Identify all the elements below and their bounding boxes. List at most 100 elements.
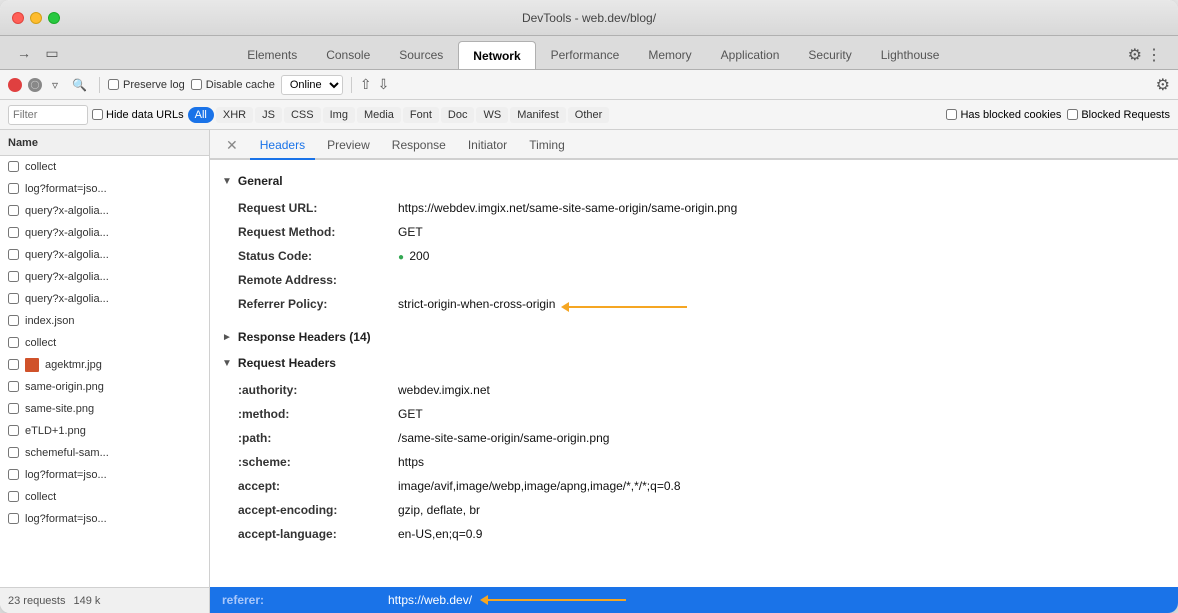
search-icon[interactable]: 🔍 xyxy=(68,76,91,94)
list-item[interactable]: query?x-algolia... xyxy=(0,266,209,288)
file-checkbox[interactable] xyxy=(8,469,19,480)
response-headers-section-header[interactable]: ► Response Headers (14) xyxy=(222,324,1166,350)
filter-font[interactable]: Font xyxy=(403,107,439,123)
tab-initiator[interactable]: Initiator xyxy=(458,132,517,160)
filter-media[interactable]: Media xyxy=(357,107,401,123)
file-checkbox[interactable] xyxy=(8,403,19,414)
filter-manifest[interactable]: Manifest xyxy=(510,107,566,123)
file-checkbox[interactable] xyxy=(8,315,19,326)
settings-area: ⚙ ⋮ xyxy=(1120,41,1170,69)
filter-doc[interactable]: Doc xyxy=(441,107,475,123)
list-item[interactable]: collect xyxy=(0,486,209,508)
file-checkbox[interactable] xyxy=(8,293,19,304)
file-checkbox[interactable] xyxy=(8,359,19,370)
file-checkbox[interactable] xyxy=(8,271,19,282)
list-item[interactable]: same-site.png xyxy=(0,398,209,420)
tab-memory[interactable]: Memory xyxy=(634,41,705,69)
filter-right: Has blocked cookies Blocked Requests xyxy=(946,109,1170,121)
filter-ws[interactable]: WS xyxy=(476,107,508,123)
list-item[interactable]: agektmr.jpg xyxy=(0,354,209,376)
tab-performance[interactable]: Performance xyxy=(537,41,634,69)
file-checkbox[interactable] xyxy=(8,513,19,524)
filter-xhr[interactable]: XHR xyxy=(216,107,253,123)
download-icon[interactable]: ⇩ xyxy=(378,76,390,93)
hide-data-urls-label[interactable]: Hide data URLs xyxy=(92,109,184,121)
file-checkbox[interactable] xyxy=(8,183,19,194)
stop-button[interactable]: ◯ xyxy=(28,78,42,92)
filter-all[interactable]: All xyxy=(188,107,214,123)
filter-img[interactable]: Img xyxy=(323,107,355,123)
has-blocked-cookies-label[interactable]: Has blocked cookies xyxy=(946,109,1061,121)
settings-icon[interactable]: ⚙ xyxy=(1128,45,1142,65)
tab-application[interactable]: Application xyxy=(707,41,794,69)
tab-lighthouse[interactable]: Lighthouse xyxy=(867,41,954,69)
maximize-button[interactable] xyxy=(48,12,60,24)
filter-other[interactable]: Other xyxy=(568,107,610,123)
list-item[interactable]: query?x-algolia... xyxy=(0,200,209,222)
list-item[interactable]: query?x-algolia... xyxy=(0,288,209,310)
tab-sources[interactable]: Sources xyxy=(385,41,457,69)
blocked-requests-label[interactable]: Blocked Requests xyxy=(1067,109,1170,121)
preserve-log-label[interactable]: Preserve log xyxy=(108,79,185,91)
table-row: Remote Address: xyxy=(238,268,1166,292)
record-button[interactable] xyxy=(8,78,22,92)
list-item[interactable]: same-origin.png xyxy=(0,376,209,398)
list-item[interactable]: collect xyxy=(0,156,209,178)
tab-network[interactable]: Network xyxy=(458,41,535,69)
file-checkbox[interactable] xyxy=(8,205,19,216)
more-icon[interactable]: ⋮ xyxy=(1146,45,1162,65)
table-row: :path: /same-site-same-origin/same-origi… xyxy=(238,426,1166,450)
tab-headers[interactable]: Headers xyxy=(250,132,315,160)
filter-icon[interactable]: ▿ xyxy=(48,76,62,94)
hide-data-urls-checkbox[interactable] xyxy=(92,109,103,120)
general-section-header[interactable]: ▼ General xyxy=(222,168,1166,194)
file-checkbox[interactable] xyxy=(8,447,19,458)
tab-elements[interactable]: Elements xyxy=(233,41,311,69)
cursor-icon[interactable]: → xyxy=(12,41,36,65)
throttle-select[interactable]: Online xyxy=(281,75,343,95)
file-checkbox[interactable] xyxy=(8,337,19,348)
tab-console[interactable]: Console xyxy=(312,41,384,69)
tab-preview[interactable]: Preview xyxy=(317,132,380,160)
list-item[interactable]: query?x-algolia... xyxy=(0,244,209,266)
device-icon[interactable]: ▭ xyxy=(40,41,64,65)
list-item[interactable]: log?format=jso... xyxy=(0,508,209,530)
request-headers-section-header[interactable]: ▼ Request Headers xyxy=(222,350,1166,376)
detail-tabs: ✕ Headers Preview Response Initiator Tim… xyxy=(210,130,1178,160)
filter-input[interactable] xyxy=(8,105,88,125)
list-item[interactable]: collect xyxy=(0,332,209,354)
has-blocked-cookies-checkbox[interactable] xyxy=(946,109,957,120)
file-checkbox[interactable] xyxy=(8,227,19,238)
filter-js[interactable]: JS xyxy=(255,107,282,123)
table-row: :authority: webdev.imgix.net xyxy=(238,378,1166,402)
file-checkbox[interactable] xyxy=(8,425,19,436)
list-item[interactable]: log?format=jso... xyxy=(0,178,209,200)
upload-icon[interactable]: ⇧ xyxy=(360,76,372,93)
network-settings-icon[interactable]: ⚙ xyxy=(1156,77,1170,94)
main-tabs: → ▭ Elements Console Sources Network Per… xyxy=(0,36,1178,70)
tab-response[interactable]: Response xyxy=(382,132,456,160)
image-icon xyxy=(25,358,39,372)
disable-cache-label[interactable]: Disable cache xyxy=(191,79,275,91)
list-item[interactable]: schemeful-sam... xyxy=(0,442,209,464)
file-checkbox[interactable] xyxy=(8,161,19,172)
tab-timing[interactable]: Timing xyxy=(519,132,575,160)
list-item[interactable]: eTLD+1.png xyxy=(0,420,209,442)
list-item[interactable]: log?format=jso... xyxy=(0,464,209,486)
file-checkbox[interactable] xyxy=(8,249,19,260)
file-checkbox[interactable] xyxy=(8,381,19,392)
tab-security[interactable]: Security xyxy=(794,41,865,69)
file-checkbox[interactable] xyxy=(8,491,19,502)
blocked-requests-checkbox[interactable] xyxy=(1067,109,1078,120)
minimize-button[interactable] xyxy=(30,12,42,24)
preserve-log-checkbox[interactable] xyxy=(108,79,119,90)
close-detail-icon[interactable]: ✕ xyxy=(218,133,246,158)
list-item[interactable]: query?x-algolia... xyxy=(0,222,209,244)
close-button[interactable] xyxy=(12,12,24,24)
divider-2 xyxy=(351,77,352,93)
list-item[interactable]: index.json xyxy=(0,310,209,332)
filter-types: All XHR JS CSS Img Media Font Doc WS Man… xyxy=(188,107,610,123)
filter-css[interactable]: CSS xyxy=(284,107,321,123)
disable-cache-checkbox[interactable] xyxy=(191,79,202,90)
traffic-lights xyxy=(12,12,60,24)
